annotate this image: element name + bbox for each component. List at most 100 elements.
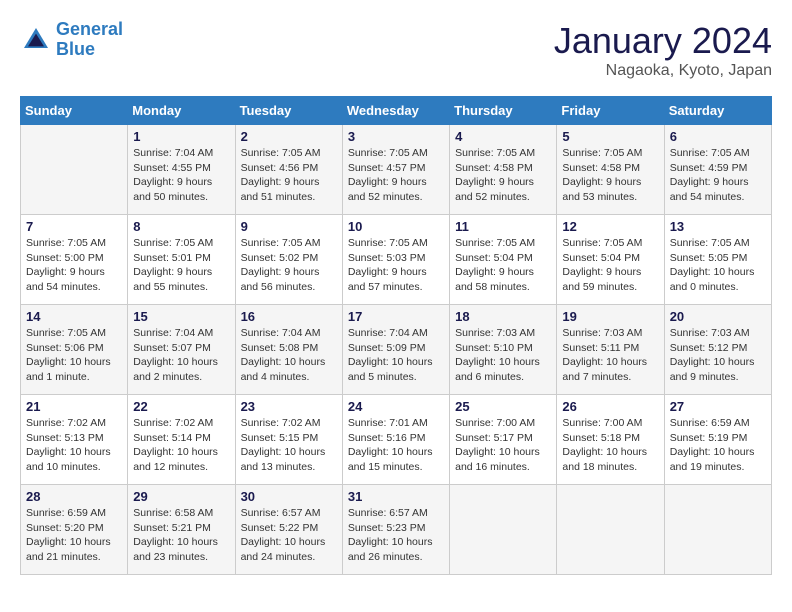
calendar-cell: 26 Sunrise: 7:00 AM Sunset: 5:18 PM Dayli… bbox=[557, 395, 664, 485]
title-block: January 2024 Nagaoka, Kyoto, Japan bbox=[554, 20, 772, 80]
day-info: Sunrise: 7:02 AM Sunset: 5:13 PM Dayligh… bbox=[26, 416, 122, 475]
day-number: 12 bbox=[562, 219, 658, 234]
day-header-monday: Monday bbox=[128, 97, 235, 125]
day-info: Sunrise: 7:05 AM Sunset: 4:56 PM Dayligh… bbox=[241, 146, 337, 205]
calendar-cell: 5 Sunrise: 7:05 AM Sunset: 4:58 PM Daylig… bbox=[557, 125, 664, 215]
day-info: Sunrise: 7:01 AM Sunset: 5:16 PM Dayligh… bbox=[348, 416, 444, 475]
day-info: Sunrise: 7:05 AM Sunset: 5:05 PM Dayligh… bbox=[670, 236, 766, 295]
day-number: 10 bbox=[348, 219, 444, 234]
calendar-cell: 10Sunrise: 7:05 AM Sunset: 5:03 PM Dayli… bbox=[342, 215, 449, 305]
logo-icon bbox=[20, 24, 52, 56]
calendar-table: SundayMondayTuesdayWednesdayThursdayFrid… bbox=[20, 96, 772, 575]
calendar-cell: 15 Sunrise: 7:04 AM Sunset: 5:07 PM Dayli… bbox=[128, 305, 235, 395]
day-header-friday: Friday bbox=[557, 97, 664, 125]
day-info: Sunrise: 7:05 AM Sunset: 5:04 PM Dayligh… bbox=[562, 236, 658, 295]
day-number: 27 bbox=[670, 399, 766, 414]
logo-text: General Blue bbox=[56, 20, 123, 60]
day-info: Sunrise: 7:05 AM Sunset: 4:59 PM Dayligh… bbox=[670, 146, 766, 205]
day-number: 25 bbox=[455, 399, 551, 414]
day-info: Sunrise: 6:59 AM Sunset: 5:19 PM Dayligh… bbox=[670, 416, 766, 475]
calendar-cell: 3Sunrise: 7:05 AM Sunset: 4:57 PM Daylig… bbox=[342, 125, 449, 215]
calendar-cell: 17Sunrise: 7:04 AM Sunset: 5:09 PM Dayli… bbox=[342, 305, 449, 395]
day-number: 31 bbox=[348, 489, 444, 504]
calendar-cell bbox=[450, 485, 557, 575]
calendar-cell: 9 Sunrise: 7:05 AM Sunset: 5:02 PM Daylig… bbox=[235, 215, 342, 305]
day-info: Sunrise: 6:57 AM Sunset: 5:23 PM Dayligh… bbox=[348, 506, 444, 565]
day-number: 21 bbox=[26, 399, 122, 414]
day-number: 28 bbox=[26, 489, 122, 504]
calendar-cell: 24Sunrise: 7:01 AM Sunset: 5:16 PM Dayli… bbox=[342, 395, 449, 485]
day-number: 17 bbox=[348, 309, 444, 324]
day-info: Sunrise: 6:59 AM Sunset: 5:20 PM Dayligh… bbox=[26, 506, 122, 565]
location: Nagaoka, Kyoto, Japan bbox=[554, 62, 772, 80]
day-info: Sunrise: 7:04 AM Sunset: 5:07 PM Dayligh… bbox=[133, 326, 229, 385]
day-number: 5 bbox=[562, 129, 658, 144]
logo: General Blue bbox=[20, 20, 123, 60]
day-number: 4 bbox=[455, 129, 551, 144]
day-number: 1 bbox=[133, 129, 229, 144]
day-number: 14 bbox=[26, 309, 122, 324]
calendar-cell: 2 Sunrise: 7:05 AM Sunset: 4:56 PM Daylig… bbox=[235, 125, 342, 215]
calendar-cell: 19 Sunrise: 7:03 AM Sunset: 5:11 PM Dayli… bbox=[557, 305, 664, 395]
day-header-tuesday: Tuesday bbox=[235, 97, 342, 125]
day-number: 22 bbox=[133, 399, 229, 414]
day-number: 26 bbox=[562, 399, 658, 414]
day-info: Sunrise: 7:04 AM Sunset: 4:55 PM Dayligh… bbox=[133, 146, 229, 205]
day-info: Sunrise: 7:00 AM Sunset: 5:17 PM Dayligh… bbox=[455, 416, 551, 475]
day-info: Sunrise: 6:57 AM Sunset: 5:22 PM Dayligh… bbox=[241, 506, 337, 565]
day-number: 13 bbox=[670, 219, 766, 234]
day-number: 18 bbox=[455, 309, 551, 324]
calendar-cell: 7Sunrise: 7:05 AM Sunset: 5:00 PM Daylig… bbox=[21, 215, 128, 305]
day-info: Sunrise: 7:04 AM Sunset: 5:08 PM Dayligh… bbox=[241, 326, 337, 385]
calendar-week-row: 28 Sunrise: 6:59 AM Sunset: 5:20 PM Dayli… bbox=[21, 485, 772, 575]
day-info: Sunrise: 7:05 AM Sunset: 5:06 PM Dayligh… bbox=[26, 326, 122, 385]
day-number: 15 bbox=[133, 309, 229, 324]
calendar-cell: 23 Sunrise: 7:02 AM Sunset: 5:15 PM Dayli… bbox=[235, 395, 342, 485]
calendar-week-row: 21 Sunrise: 7:02 AM Sunset: 5:13 PM Dayli… bbox=[21, 395, 772, 485]
calendar-cell: 12 Sunrise: 7:05 AM Sunset: 5:04 PM Dayli… bbox=[557, 215, 664, 305]
day-number: 6 bbox=[670, 129, 766, 144]
day-info: Sunrise: 7:03 AM Sunset: 5:11 PM Dayligh… bbox=[562, 326, 658, 385]
day-header-saturday: Saturday bbox=[664, 97, 771, 125]
day-number: 23 bbox=[241, 399, 337, 414]
calendar-cell: 21 Sunrise: 7:02 AM Sunset: 5:13 PM Dayli… bbox=[21, 395, 128, 485]
calendar-cell: 6 Sunrise: 7:05 AM Sunset: 4:59 PM Daylig… bbox=[664, 125, 771, 215]
day-header-sunday: Sunday bbox=[21, 97, 128, 125]
day-header-thursday: Thursday bbox=[450, 97, 557, 125]
day-number: 2 bbox=[241, 129, 337, 144]
calendar-cell: 11 Sunrise: 7:05 AM Sunset: 5:04 PM Dayli… bbox=[450, 215, 557, 305]
day-info: Sunrise: 7:02 AM Sunset: 5:14 PM Dayligh… bbox=[133, 416, 229, 475]
calendar-cell: 29Sunrise: 6:58 AM Sunset: 5:21 PM Dayli… bbox=[128, 485, 235, 575]
calendar-week-row: 7Sunrise: 7:05 AM Sunset: 5:00 PM Daylig… bbox=[21, 215, 772, 305]
day-number: 20 bbox=[670, 309, 766, 324]
calendar-cell: 13 Sunrise: 7:05 AM Sunset: 5:05 PM Dayli… bbox=[664, 215, 771, 305]
day-number: 11 bbox=[455, 219, 551, 234]
calendar-cell bbox=[21, 125, 128, 215]
day-number: 3 bbox=[348, 129, 444, 144]
day-info: Sunrise: 7:03 AM Sunset: 5:10 PM Dayligh… bbox=[455, 326, 551, 385]
day-info: Sunrise: 7:05 AM Sunset: 5:01 PM Dayligh… bbox=[133, 236, 229, 295]
day-number: 16 bbox=[241, 309, 337, 324]
calendar-cell: 18 Sunrise: 7:03 AM Sunset: 5:10 PM Dayli… bbox=[450, 305, 557, 395]
day-header-wednesday: Wednesday bbox=[342, 97, 449, 125]
day-info: Sunrise: 7:05 AM Sunset: 4:58 PM Dayligh… bbox=[455, 146, 551, 205]
calendar-cell: 16 Sunrise: 7:04 AM Sunset: 5:08 PM Dayli… bbox=[235, 305, 342, 395]
calendar-week-row: 14 Sunrise: 7:05 AM Sunset: 5:06 PM Dayli… bbox=[21, 305, 772, 395]
calendar-cell: 14 Sunrise: 7:05 AM Sunset: 5:06 PM Dayli… bbox=[21, 305, 128, 395]
day-number: 8 bbox=[133, 219, 229, 234]
day-number: 19 bbox=[562, 309, 658, 324]
day-number: 7 bbox=[26, 219, 122, 234]
day-info: Sunrise: 7:05 AM Sunset: 5:02 PM Dayligh… bbox=[241, 236, 337, 295]
calendar-cell bbox=[664, 485, 771, 575]
day-info: Sunrise: 7:05 AM Sunset: 5:04 PM Dayligh… bbox=[455, 236, 551, 295]
day-number: 9 bbox=[241, 219, 337, 234]
calendar-cell: 20Sunrise: 7:03 AM Sunset: 5:12 PM Dayli… bbox=[664, 305, 771, 395]
day-info: Sunrise: 7:05 AM Sunset: 4:58 PM Dayligh… bbox=[562, 146, 658, 205]
day-info: Sunrise: 7:00 AM Sunset: 5:18 PM Dayligh… bbox=[562, 416, 658, 475]
calendar-cell: 28 Sunrise: 6:59 AM Sunset: 5:20 PM Dayli… bbox=[21, 485, 128, 575]
calendar-cell: 8 Sunrise: 7:05 AM Sunset: 5:01 PM Daylig… bbox=[128, 215, 235, 305]
calendar-cell: 27 Sunrise: 6:59 AM Sunset: 5:19 PM Dayli… bbox=[664, 395, 771, 485]
page-header: General Blue January 2024 Nagaoka, Kyoto… bbox=[20, 20, 772, 80]
day-info: Sunrise: 7:02 AM Sunset: 5:15 PM Dayligh… bbox=[241, 416, 337, 475]
calendar-cell: 22 Sunrise: 7:02 AM Sunset: 5:14 PM Dayli… bbox=[128, 395, 235, 485]
